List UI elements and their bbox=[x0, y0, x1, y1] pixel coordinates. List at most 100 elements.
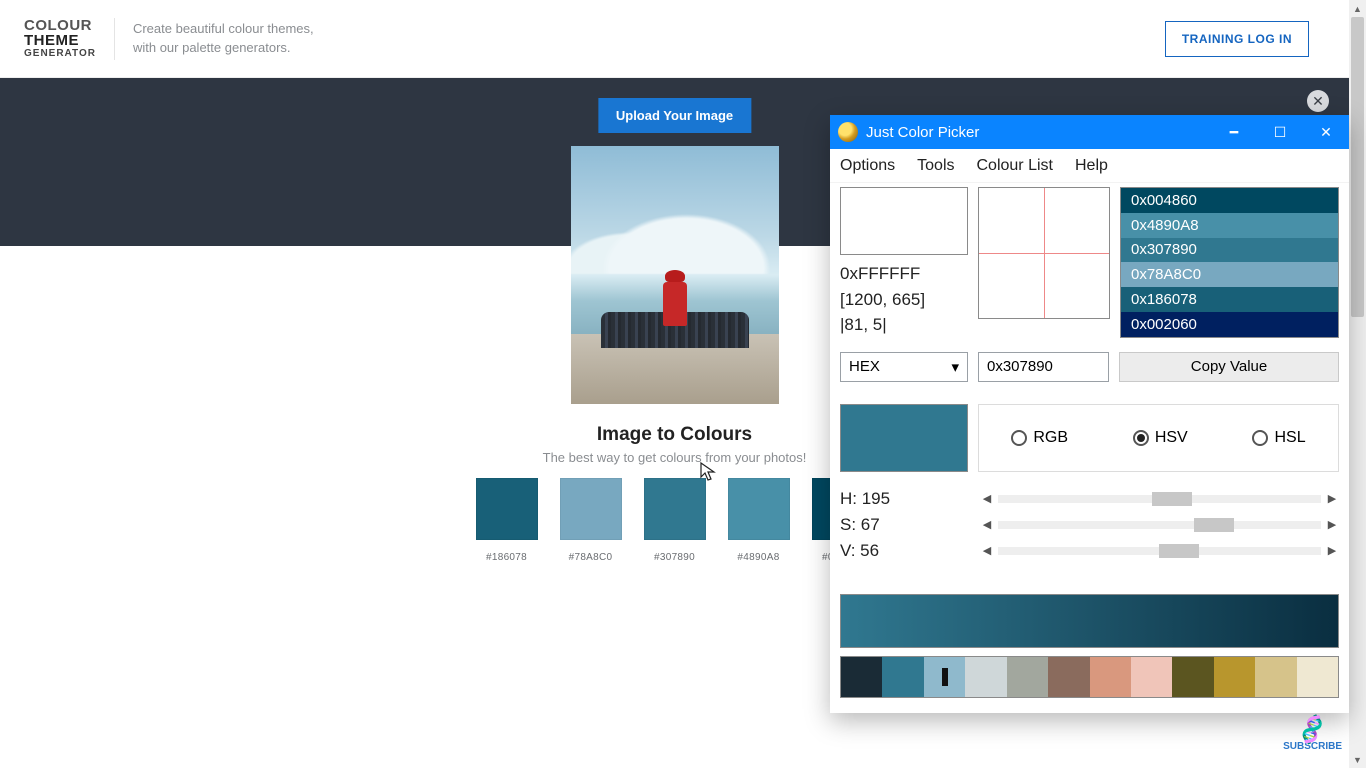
palette-swatch[interactable]: #4890A8 bbox=[728, 478, 790, 563]
menu-bar: Options Tools Colour List Help bbox=[830, 149, 1349, 183]
window-title: Just Color Picker bbox=[866, 124, 1211, 141]
chevron-left-icon[interactable]: ◀ bbox=[980, 518, 994, 531]
hsv-sliders: H: 195 ◀ ▶ S: 67 ◀ ▶ V: 56 ◀ bbox=[840, 486, 1339, 564]
sample-offset: |81, 5| bbox=[840, 312, 968, 338]
palette-cell[interactable] bbox=[1297, 657, 1338, 697]
swatch-label: #307890 bbox=[644, 552, 706, 563]
palette-cell[interactable] bbox=[1172, 657, 1213, 697]
chevron-left-icon[interactable]: ◀ bbox=[980, 544, 994, 557]
colour-value-input[interactable] bbox=[978, 352, 1109, 382]
palette-cell[interactable] bbox=[1048, 657, 1089, 697]
menu-options[interactable]: Options bbox=[840, 157, 895, 175]
chevron-right-icon[interactable]: ▶ bbox=[1325, 518, 1339, 531]
minimize-icon: ━ bbox=[1230, 124, 1238, 141]
chevron-right-icon[interactable]: ▶ bbox=[1325, 492, 1339, 505]
hsv-s-label: S: 67 bbox=[840, 515, 980, 535]
mode-hsl[interactable]: HSL bbox=[1252, 429, 1305, 447]
sample-coords: [1200, 665] bbox=[840, 287, 968, 313]
chevron-left-icon[interactable]: ◀ bbox=[980, 492, 994, 505]
scroll-down-button[interactable]: ▼ bbox=[1349, 751, 1366, 768]
colour-list-item[interactable]: 0x186078 bbox=[1121, 287, 1338, 312]
scroll-thumb[interactable] bbox=[1351, 17, 1364, 317]
palette-cell[interactable] bbox=[841, 657, 882, 697]
colour-list-item[interactable]: 0x004860 bbox=[1121, 188, 1338, 213]
close-icon: ✕ bbox=[1320, 124, 1332, 141]
palette-bar[interactable] bbox=[840, 656, 1339, 698]
slider-thumb[interactable] bbox=[1194, 518, 1234, 532]
scroll-up-button[interactable]: ▲ bbox=[1349, 0, 1366, 17]
palette-swatch[interactable]: #78A8C0 bbox=[560, 478, 622, 563]
tagline-line-2: with our palette generators. bbox=[133, 39, 314, 57]
swatch-box[interactable] bbox=[728, 478, 790, 540]
upload-image-button[interactable]: Upload Your Image bbox=[598, 98, 751, 133]
mode-hsv[interactable]: HSV bbox=[1133, 429, 1188, 447]
hsv-s-slider[interactable]: ◀ ▶ bbox=[980, 518, 1339, 531]
colour-list-item[interactable]: 0x4890A8 bbox=[1121, 213, 1338, 238]
logo-line-2: THEME bbox=[24, 33, 96, 49]
palette-swatches: #186078 #78A8C0 #307890 #4890A8 #004860 bbox=[476, 478, 874, 563]
format-select[interactable]: HEX ▾ bbox=[840, 352, 968, 382]
swatch-label: #186078 bbox=[476, 552, 538, 563]
site-logo: COLOUR THEME GENERATOR bbox=[24, 18, 96, 60]
section-title: Image to Colours bbox=[597, 424, 752, 446]
palette-swatch[interactable]: #307890 bbox=[644, 478, 706, 563]
minimize-button[interactable]: ━ bbox=[1211, 115, 1257, 149]
swatch-box[interactable] bbox=[644, 478, 706, 540]
palette-cell[interactable] bbox=[965, 657, 1006, 697]
palette-cell[interactable] bbox=[924, 657, 965, 697]
palette-cell[interactable] bbox=[1131, 657, 1172, 697]
site-tagline: Create beautiful colour themes, with our… bbox=[133, 20, 314, 56]
gradient-bar[interactable] bbox=[840, 594, 1339, 648]
palette-cell[interactable] bbox=[882, 657, 923, 697]
format-value: HEX bbox=[849, 358, 880, 375]
close-icon: ✕ bbox=[1312, 93, 1324, 110]
current-colour-swatch bbox=[840, 404, 968, 472]
palette-cell[interactable] bbox=[1007, 657, 1048, 697]
colour-list[interactable]: 0x0048600x4890A80x3078900x78A8C00x186078… bbox=[1120, 187, 1339, 338]
hsv-h-slider[interactable]: ◀ ▶ bbox=[980, 492, 1339, 505]
sample-preview bbox=[840, 187, 968, 255]
divider bbox=[114, 18, 115, 60]
site-header: COLOUR THEME GENERATOR Create beautiful … bbox=[0, 0, 1349, 78]
uploaded-image[interactable] bbox=[571, 146, 779, 404]
maximize-button[interactable]: ☐ bbox=[1257, 115, 1303, 149]
color-picker-window: Just Color Picker ━ ☐ ✕ Options Tools Co… bbox=[830, 115, 1349, 713]
hsv-h-label: H: 195 bbox=[840, 489, 980, 509]
slider-thumb[interactable] bbox=[1152, 492, 1192, 506]
palette-swatch[interactable]: #186078 bbox=[476, 478, 538, 563]
logo-line-3: GENERATOR bbox=[24, 49, 96, 60]
slider-thumb[interactable] bbox=[1159, 544, 1199, 558]
section-subtitle: The best way to get colours from your ph… bbox=[543, 450, 807, 465]
close-hero-button[interactable]: ✕ bbox=[1307, 90, 1329, 112]
close-button[interactable]: ✕ bbox=[1303, 115, 1349, 149]
swatch-label: #78A8C0 bbox=[560, 552, 622, 563]
mode-rgb[interactable]: RGB bbox=[1011, 429, 1068, 447]
chevron-right-icon[interactable]: ▶ bbox=[1325, 544, 1339, 557]
palette-cell[interactable] bbox=[1255, 657, 1296, 697]
palette-cell[interactable] bbox=[1214, 657, 1255, 697]
hsv-v-label: V: 56 bbox=[840, 541, 980, 561]
copy-value-button[interactable]: Copy Value bbox=[1119, 352, 1339, 382]
magnifier bbox=[978, 187, 1110, 319]
menu-help[interactable]: Help bbox=[1075, 157, 1108, 175]
palette-marker bbox=[924, 657, 965, 697]
swatch-box[interactable] bbox=[560, 478, 622, 540]
sample-info: 0xFFFFFF [1200, 665] |81, 5| bbox=[840, 261, 968, 338]
colour-list-item[interactable]: 0x002060 bbox=[1121, 312, 1338, 337]
titlebar[interactable]: Just Color Picker ━ ☐ ✕ bbox=[830, 115, 1349, 149]
colour-list-item[interactable]: 0x307890 bbox=[1121, 238, 1338, 263]
palette-cell[interactable] bbox=[1090, 657, 1131, 697]
swatch-box[interactable] bbox=[476, 478, 538, 540]
browser-scrollbar[interactable]: ▲ ▼ bbox=[1349, 0, 1366, 768]
sample-hex: 0xFFFFFF bbox=[840, 261, 968, 287]
menu-colour-list[interactable]: Colour List bbox=[977, 157, 1053, 175]
menu-tools[interactable]: Tools bbox=[917, 157, 954, 175]
training-login-button[interactable]: TRAINING LOG IN bbox=[1165, 21, 1309, 57]
swatch-label: #4890A8 bbox=[728, 552, 790, 563]
app-icon bbox=[838, 122, 858, 142]
tagline-line-1: Create beautiful colour themes, bbox=[133, 20, 314, 38]
colour-list-item[interactable]: 0x78A8C0 bbox=[1121, 262, 1338, 287]
logo-line-1: COLOUR bbox=[24, 18, 96, 34]
maximize-icon: ☐ bbox=[1274, 124, 1287, 141]
hsv-v-slider[interactable]: ◀ ▶ bbox=[980, 544, 1339, 557]
